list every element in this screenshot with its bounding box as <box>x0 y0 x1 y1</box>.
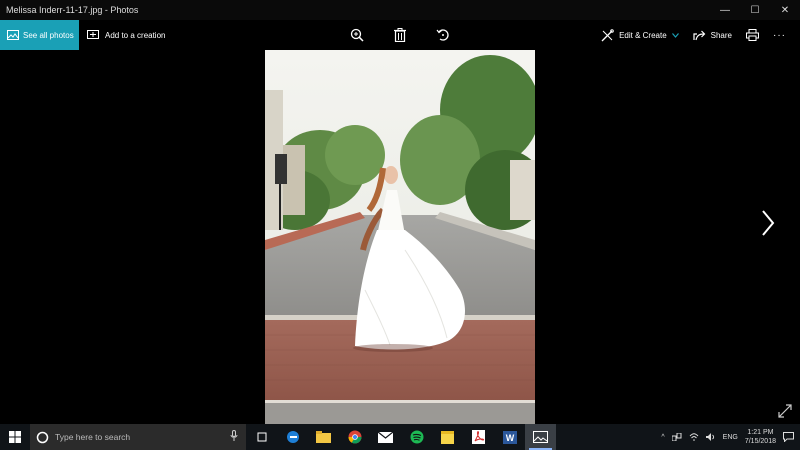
task-view-button[interactable] <box>246 424 277 450</box>
task-view-icon <box>257 432 266 442</box>
title-bar: Melissa Inderr-11-17.jpg - Photos — ☐ ✕ <box>0 0 800 20</box>
system-tray: ^ ENG 1:21 PM 7/15/2018 <box>661 428 800 446</box>
window-title: Melissa Inderr-11-17.jpg - Photos <box>6 5 139 15</box>
clock-date: 7/15/2018 <box>744 438 776 445</box>
taskbar-acrobat[interactable] <box>463 424 494 450</box>
microphone-icon[interactable] <box>230 430 238 442</box>
print-button[interactable] <box>746 29 759 41</box>
add-creation-icon <box>87 30 99 39</box>
zoom-icon <box>350 28 364 42</box>
photos-icon <box>7 30 19 40</box>
next-photo-button[interactable] <box>758 208 778 238</box>
more-options-button[interactable]: ··· <box>773 30 786 41</box>
share-icon <box>693 30 705 41</box>
taskbar-sticky-notes[interactable] <box>432 424 463 450</box>
taskbar-clock[interactable]: 1:21 PM 7/15/2018 <box>745 428 776 446</box>
fullscreen-button[interactable] <box>776 402 794 420</box>
bride-photo <box>265 50 535 424</box>
taskbar-search-box[interactable]: Type here to search <box>30 424 246 450</box>
chevron-right-icon <box>762 210 775 236</box>
photos-app-icon <box>533 431 548 443</box>
share-button[interactable]: Share <box>693 29 732 41</box>
chevron-down-icon <box>671 32 679 38</box>
zoom-button[interactable] <box>349 27 365 43</box>
add-to-creation-label: Add to a creation <box>105 30 166 40</box>
edit-create-label: Edit & Create <box>619 30 667 40</box>
windows-logo-icon <box>9 431 21 443</box>
taskbar-spotify[interactable] <box>401 424 432 450</box>
start-button[interactable] <box>0 424 30 450</box>
more-icon: ··· <box>773 29 786 41</box>
spotify-icon <box>410 430 423 444</box>
volume-icon[interactable] <box>705 433 716 441</box>
rotate-button[interactable] <box>435 27 451 43</box>
add-to-creation-button[interactable]: Add to a creation <box>87 20 165 50</box>
trash-icon <box>394 28 406 42</box>
see-all-photos-label: See all photos <box>23 30 74 40</box>
taskbar-chrome[interactable] <box>339 424 370 450</box>
photos-toolbar: See all photos Add to a creation Edit & … <box>0 20 800 50</box>
clock-time: 1:21 PM <box>747 429 774 436</box>
maximize-button[interactable]: ☐ <box>740 0 770 20</box>
search-placeholder: Type here to search <box>55 432 131 442</box>
windows-taskbar: Type here to search W ^ ENG 1:21 PM 7/15… <box>0 424 800 450</box>
sticky-notes-icon <box>441 430 454 444</box>
rotate-icon <box>436 29 449 41</box>
see-all-photos-button[interactable]: See all photos <box>0 20 79 50</box>
photo-viewer-image[interactable] <box>265 50 535 424</box>
folder-icon <box>316 431 331 443</box>
acrobat-icon <box>472 430 485 444</box>
close-button[interactable]: ✕ <box>770 0 800 20</box>
taskbar-edge[interactable] <box>277 424 308 450</box>
taskbar-mail[interactable] <box>370 424 401 450</box>
share-label: Share <box>710 30 732 40</box>
edge-icon <box>286 431 299 443</box>
wifi-icon[interactable] <box>689 433 699 441</box>
language-indicator[interactable]: ENG <box>723 434 738 441</box>
expand-icon <box>778 404 792 418</box>
taskbar-word[interactable]: W <box>494 424 525 450</box>
minimize-button[interactable]: — <box>710 0 740 20</box>
cortana-icon <box>36 431 49 443</box>
chrome-icon <box>348 430 361 444</box>
mail-icon <box>378 431 393 443</box>
network-icon[interactable] <box>671 433 682 441</box>
print-icon <box>746 29 759 41</box>
word-icon: W <box>502 430 517 444</box>
edit-create-button[interactable]: Edit & Create <box>601 28 679 42</box>
taskbar-photos[interactable] <box>525 424 556 450</box>
action-center-icon[interactable] <box>783 432 794 442</box>
taskbar-file-explorer[interactable] <box>308 424 339 450</box>
svg-text:W: W <box>505 433 514 443</box>
delete-button[interactable] <box>392 27 408 43</box>
show-hidden-icons-button[interactable]: ^ <box>661 434 664 441</box>
edit-create-icon <box>601 28 614 41</box>
